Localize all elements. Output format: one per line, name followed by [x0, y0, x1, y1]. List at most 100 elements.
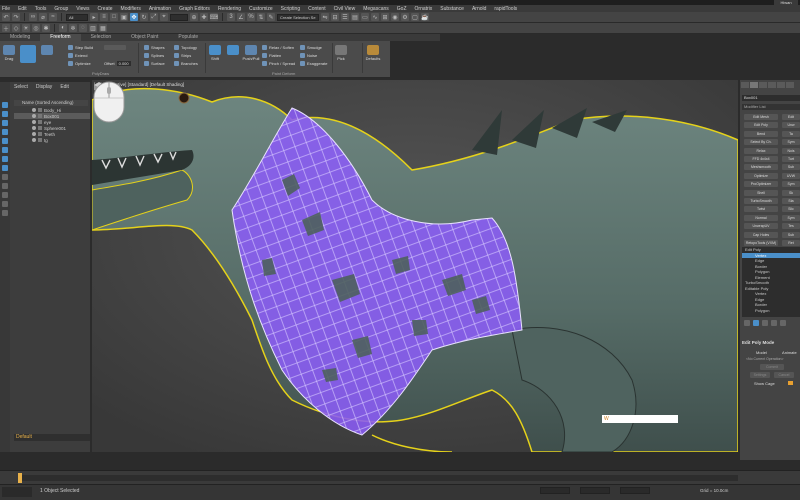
make-unique-icon[interactable] [762, 320, 768, 326]
cancel-button[interactable]: Cancel [774, 372, 794, 378]
show-cage-checkbox[interactable]: Show Cage [742, 381, 800, 386]
group-icon[interactable]: ▦ [99, 24, 107, 32]
push-pull-tool-2[interactable]: Push/Pull [243, 45, 259, 61]
edit-named-selection-icon[interactable]: ✎ [267, 13, 275, 21]
modifier-button[interactable]: Normal [744, 214, 778, 221]
remove-modifier-icon[interactable] [771, 320, 777, 326]
display-spacewarps-icon[interactable] [2, 165, 8, 171]
modifier-button[interactable]: FFD 4x4x4 [744, 156, 778, 162]
hierarchy-tab-icon[interactable] [759, 82, 767, 88]
cage-color-swatch[interactable] [787, 381, 793, 385]
modifier-button[interactable]: Ta [782, 130, 800, 137]
menu-item-graph-editors[interactable]: Graph Editors [179, 6, 210, 12]
window-crossing-icon[interactable]: ▣ [120, 13, 128, 21]
menu-item-ornatrix[interactable]: Ornatrix [415, 6, 433, 12]
modifier-button[interactable]: Optimize [744, 172, 778, 179]
menu-item-civil-view[interactable]: Civil View [334, 6, 356, 12]
menu-item-content[interactable]: Content [308, 6, 326, 12]
modifier-button[interactable]: RetopoTools (VXM) [744, 240, 778, 246]
time-slider-handle[interactable] [18, 473, 22, 483]
render-production-icon[interactable]: ☕ [421, 13, 429, 21]
material-editor-icon[interactable]: ◉ [391, 13, 399, 21]
modifier-button[interactable]: Sk [782, 189, 800, 196]
shape-icon[interactable]: ◇ [12, 24, 20, 32]
modifier-button[interactable]: Edit Mesh [744, 114, 778, 120]
exaggerate-tool[interactable]: Exaggerate [300, 60, 327, 66]
align-icon[interactable]: ⊟ [331, 13, 339, 21]
modifier-button[interactable]: Turt [782, 156, 800, 162]
display-groups-icon[interactable] [2, 174, 8, 180]
scene-list-header[interactable]: Name (Sorted Ascending) [14, 100, 88, 106]
visibility-eye-icon[interactable] [32, 120, 36, 124]
angle-snap-icon[interactable]: ∠ [237, 13, 245, 21]
create-tab-icon[interactable] [741, 82, 749, 88]
reference-coordinate-dropdown[interactable] [170, 13, 188, 21]
y-coordinate-field[interactable] [580, 487, 610, 494]
menu-item-megascans[interactable]: Megascans [363, 6, 389, 12]
display-geometry-icon[interactable] [2, 120, 8, 126]
object-name-field[interactable]: Box001 [742, 95, 800, 101]
display-tab-icon[interactable] [777, 82, 785, 88]
visibility-eye-icon[interactable] [32, 108, 36, 112]
ribbon-tab-modeling[interactable]: Modeling [0, 34, 40, 41]
step-build-tool[interactable]: Step Build [68, 44, 93, 50]
ribbon-tab-freeform[interactable]: Freeform [40, 34, 81, 41]
modifier-stack-item[interactable]: Polygon [742, 308, 800, 314]
toggle-scene-explorer-icon[interactable]: ☰ [341, 13, 349, 21]
menu-item-rapidtools[interactable]: rapidTools [494, 6, 517, 12]
x-coordinate-field[interactable] [540, 487, 570, 494]
flatten-tool[interactable]: Flatten [262, 52, 281, 58]
unlink-icon[interactable]: ⌀ [39, 13, 47, 21]
select-object-icon[interactable]: ▸ [90, 13, 98, 21]
modifier-button[interactable]: Sym [782, 214, 800, 221]
modifier-button[interactable]: Edit Poly [744, 122, 778, 129]
menu-item-substance[interactable]: Substance [440, 6, 464, 12]
offset-input[interactable]: 0.000 [116, 60, 131, 66]
modifier-button[interactable]: Sym [782, 181, 800, 188]
display-cameras-icon[interactable] [2, 147, 8, 153]
menu-item-tools[interactable]: Tools [35, 6, 47, 12]
utilities-tab-icon[interactable] [786, 82, 794, 88]
filter-icon[interactable] [2, 201, 8, 207]
modifier-button[interactable]: TurboSmooth [744, 198, 778, 204]
percent-snap-icon[interactable]: % [247, 13, 255, 21]
modifier-button[interactable]: Slic [782, 206, 800, 213]
maxscript-listener[interactable] [2, 487, 32, 497]
move-icon[interactable]: ✥ [130, 13, 138, 21]
select-manipulate-icon[interactable]: ✚ [200, 13, 208, 21]
hide-icon[interactable]: ◌ [79, 24, 87, 32]
modifier-button[interactable]: Unw [782, 122, 800, 129]
named-selection-set-field[interactable]: Create Selection Se [277, 13, 319, 21]
modifier-button[interactable]: Edit [782, 114, 800, 120]
redo-icon[interactable]: ↷ [12, 13, 20, 21]
keyboard-shortcut-override-icon[interactable]: ⌨ [210, 13, 218, 21]
light-icon[interactable]: ☀ [22, 24, 30, 32]
visibility-eye-icon[interactable] [32, 132, 36, 136]
relax-soften-tool[interactable]: Relax / Soften [262, 44, 294, 50]
menu-item-arnold[interactable]: Arnold [472, 6, 486, 12]
rotate-icon[interactable]: ↻ [140, 13, 148, 21]
selection-filter-dropdown[interactable]: All [66, 13, 88, 21]
optimize-tool[interactable]: Optimize [68, 60, 91, 66]
surface-tool[interactable]: Surface [144, 60, 165, 66]
menu-item-edit[interactable]: Edit [18, 6, 27, 12]
bind-space-warp-icon[interactable]: ≈ [49, 13, 57, 21]
shapes-tool[interactable]: Shapes [144, 44, 165, 50]
perspective-viewport[interactable]: [+] [Perspective] [Standard] [Default Sh… [92, 80, 738, 452]
motion-tab-icon[interactable] [768, 82, 776, 88]
solve-surface-dropdown[interactable] [104, 44, 126, 50]
pin-stack-icon[interactable] [744, 320, 750, 326]
create-icon[interactable]: ＋ [2, 24, 10, 33]
menu-item-animation[interactable]: Animation [149, 6, 171, 12]
menu-item-views[interactable]: Views [76, 6, 89, 12]
menu-item-rendering[interactable]: Rendering [218, 6, 241, 12]
commit-button[interactable]: Commit [760, 364, 784, 370]
scale-icon[interactable]: ⤢ [150, 13, 158, 21]
drag-tool[interactable]: Drag [2, 45, 16, 61]
layer-dropdown[interactable]: Default [14, 434, 90, 441]
menu-item-customize[interactable]: Customize [249, 6, 273, 12]
modifier-button[interactable]: Shell [744, 189, 778, 196]
display-xrefs-icon[interactable] [2, 183, 8, 189]
noise-tool[interactable]: Noise [300, 52, 317, 58]
display-shapes-icon[interactable] [2, 129, 8, 135]
